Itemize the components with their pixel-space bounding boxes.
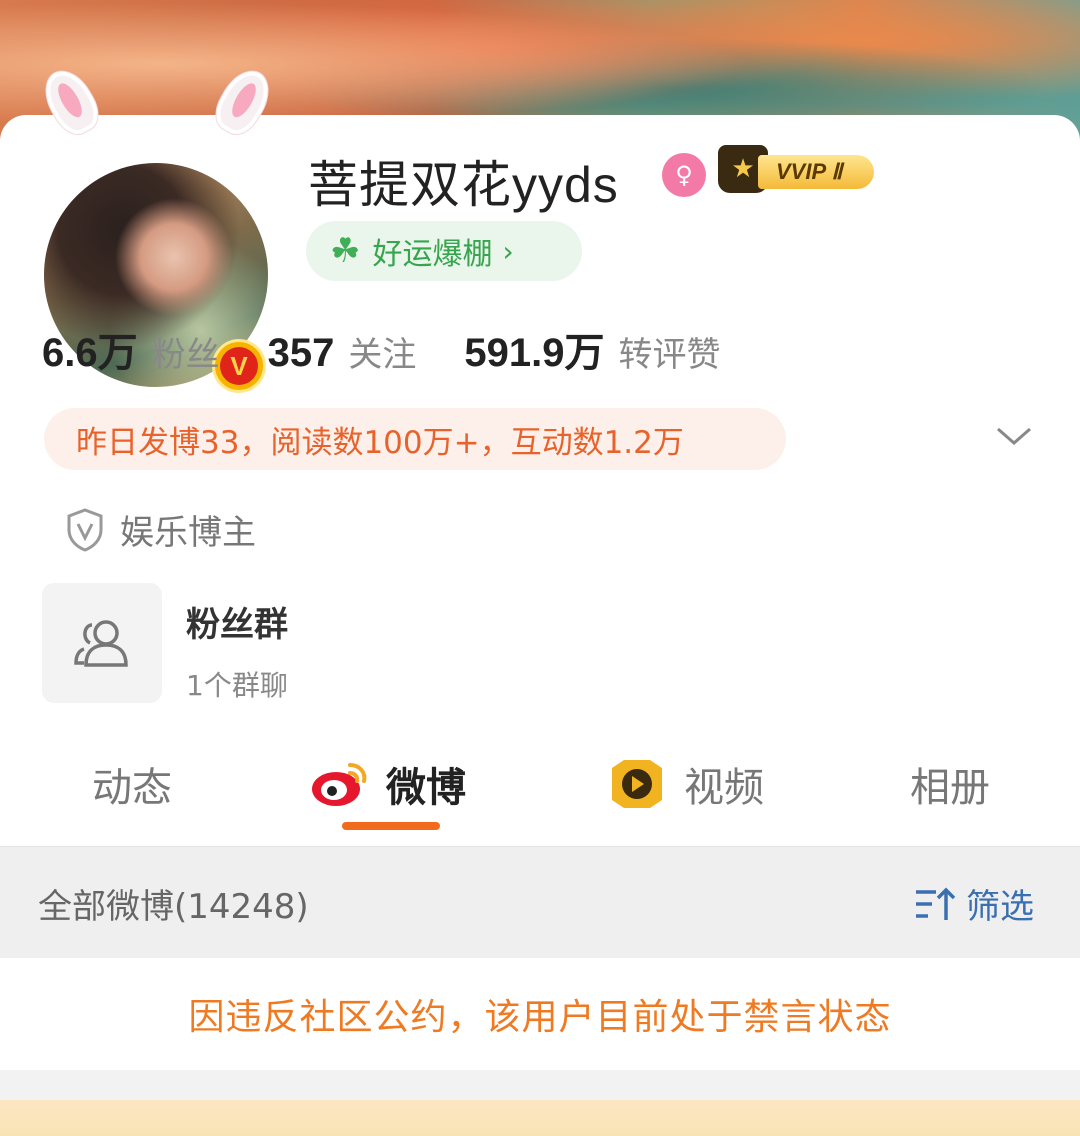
tab-album-label: 相册 <box>910 765 990 811</box>
chevron-right-icon: › <box>502 234 514 268</box>
vvip-badge[interactable]: ★ VVIP Ⅱ <box>718 145 878 193</box>
luck-status-label: 好运爆棚 <box>372 237 493 272</box>
blogger-tag[interactable]: 娱乐博主 <box>66 505 256 554</box>
stat-interactions[interactable]: 591.9万 转评赞 <box>464 320 720 378</box>
tab-weibo-label: 微博 <box>386 765 466 811</box>
tab-video-label: 视频 <box>684 765 764 811</box>
chevron-down-icon[interactable] <box>994 421 1034 451</box>
video-icon <box>612 760 662 808</box>
fan-group-icon-box <box>42 583 162 703</box>
all-posts-count: 全部微博(14248) <box>38 887 309 927</box>
bottom-banner-strip <box>0 1070 1080 1136</box>
stat-interactions-count: 591.9万 <box>464 331 605 375</box>
tab-weibo[interactable]: 微博 <box>310 755 466 813</box>
stat-following-label: 关注 <box>348 335 417 375</box>
profile-card: V 菩提双花yyds ♀ ★ VVIP Ⅱ ☘ 好运爆棚 › 6.6万 粉丝 3… <box>0 62 1080 1136</box>
female-icon: ♀ <box>662 153 706 197</box>
filter-bar: 全部微博(14248) 筛选 <box>0 846 1080 959</box>
vvip-label: VVIP Ⅱ <box>758 155 874 189</box>
filter-button[interactable]: 筛选 <box>914 879 1034 928</box>
stat-followers-label: 粉丝 <box>151 335 220 375</box>
tab-video[interactable]: 视频 <box>606 755 764 813</box>
fan-group-entry[interactable]: 粉丝群 1个群聊 <box>42 583 288 704</box>
clover-icon: ☘ <box>330 231 361 271</box>
tab-album[interactable]: 相册 <box>910 755 990 813</box>
stat-followers[interactable]: 6.6万 粉丝 <box>42 320 220 378</box>
group-users-icon <box>74 620 128 667</box>
weibo-icon <box>312 763 367 806</box>
stat-following[interactable]: 357 关注 <box>268 327 417 376</box>
profile-name: 菩提双花yyds <box>308 157 619 213</box>
stat-followers-count: 6.6万 <box>42 331 138 375</box>
stat-interactions-label: 转评赞 <box>618 335 721 375</box>
fan-group-subtitle: 1个群聊 <box>186 669 288 702</box>
profile-stats: 6.6万 粉丝 357 关注 591.9万 转评赞 <box>42 320 768 376</box>
activity-summary[interactable]: 昨日发博33，阅读数100万+，互动数1.2万 <box>44 408 786 470</box>
shield-icon <box>67 507 103 552</box>
filter-label: 筛选 <box>966 887 1034 927</box>
stat-following-count: 357 <box>267 331 335 375</box>
ban-notice: 因违反社区公约，该用户目前处于禁言状态 <box>0 958 1080 1070</box>
luck-status-button[interactable]: ☘ 好运爆棚 › <box>306 221 582 281</box>
active-tab-indicator <box>342 822 440 830</box>
tab-dynamics[interactable]: 动态 <box>92 755 172 813</box>
blogger-tag-label: 娱乐博主 <box>120 513 256 553</box>
sort-filter-icon <box>916 887 956 920</box>
profile-tabs: 动态 微博 视频 相册 <box>0 745 1080 835</box>
fan-group-title: 粉丝群 <box>186 605 288 645</box>
tab-dynamics-label: 动态 <box>92 765 172 811</box>
